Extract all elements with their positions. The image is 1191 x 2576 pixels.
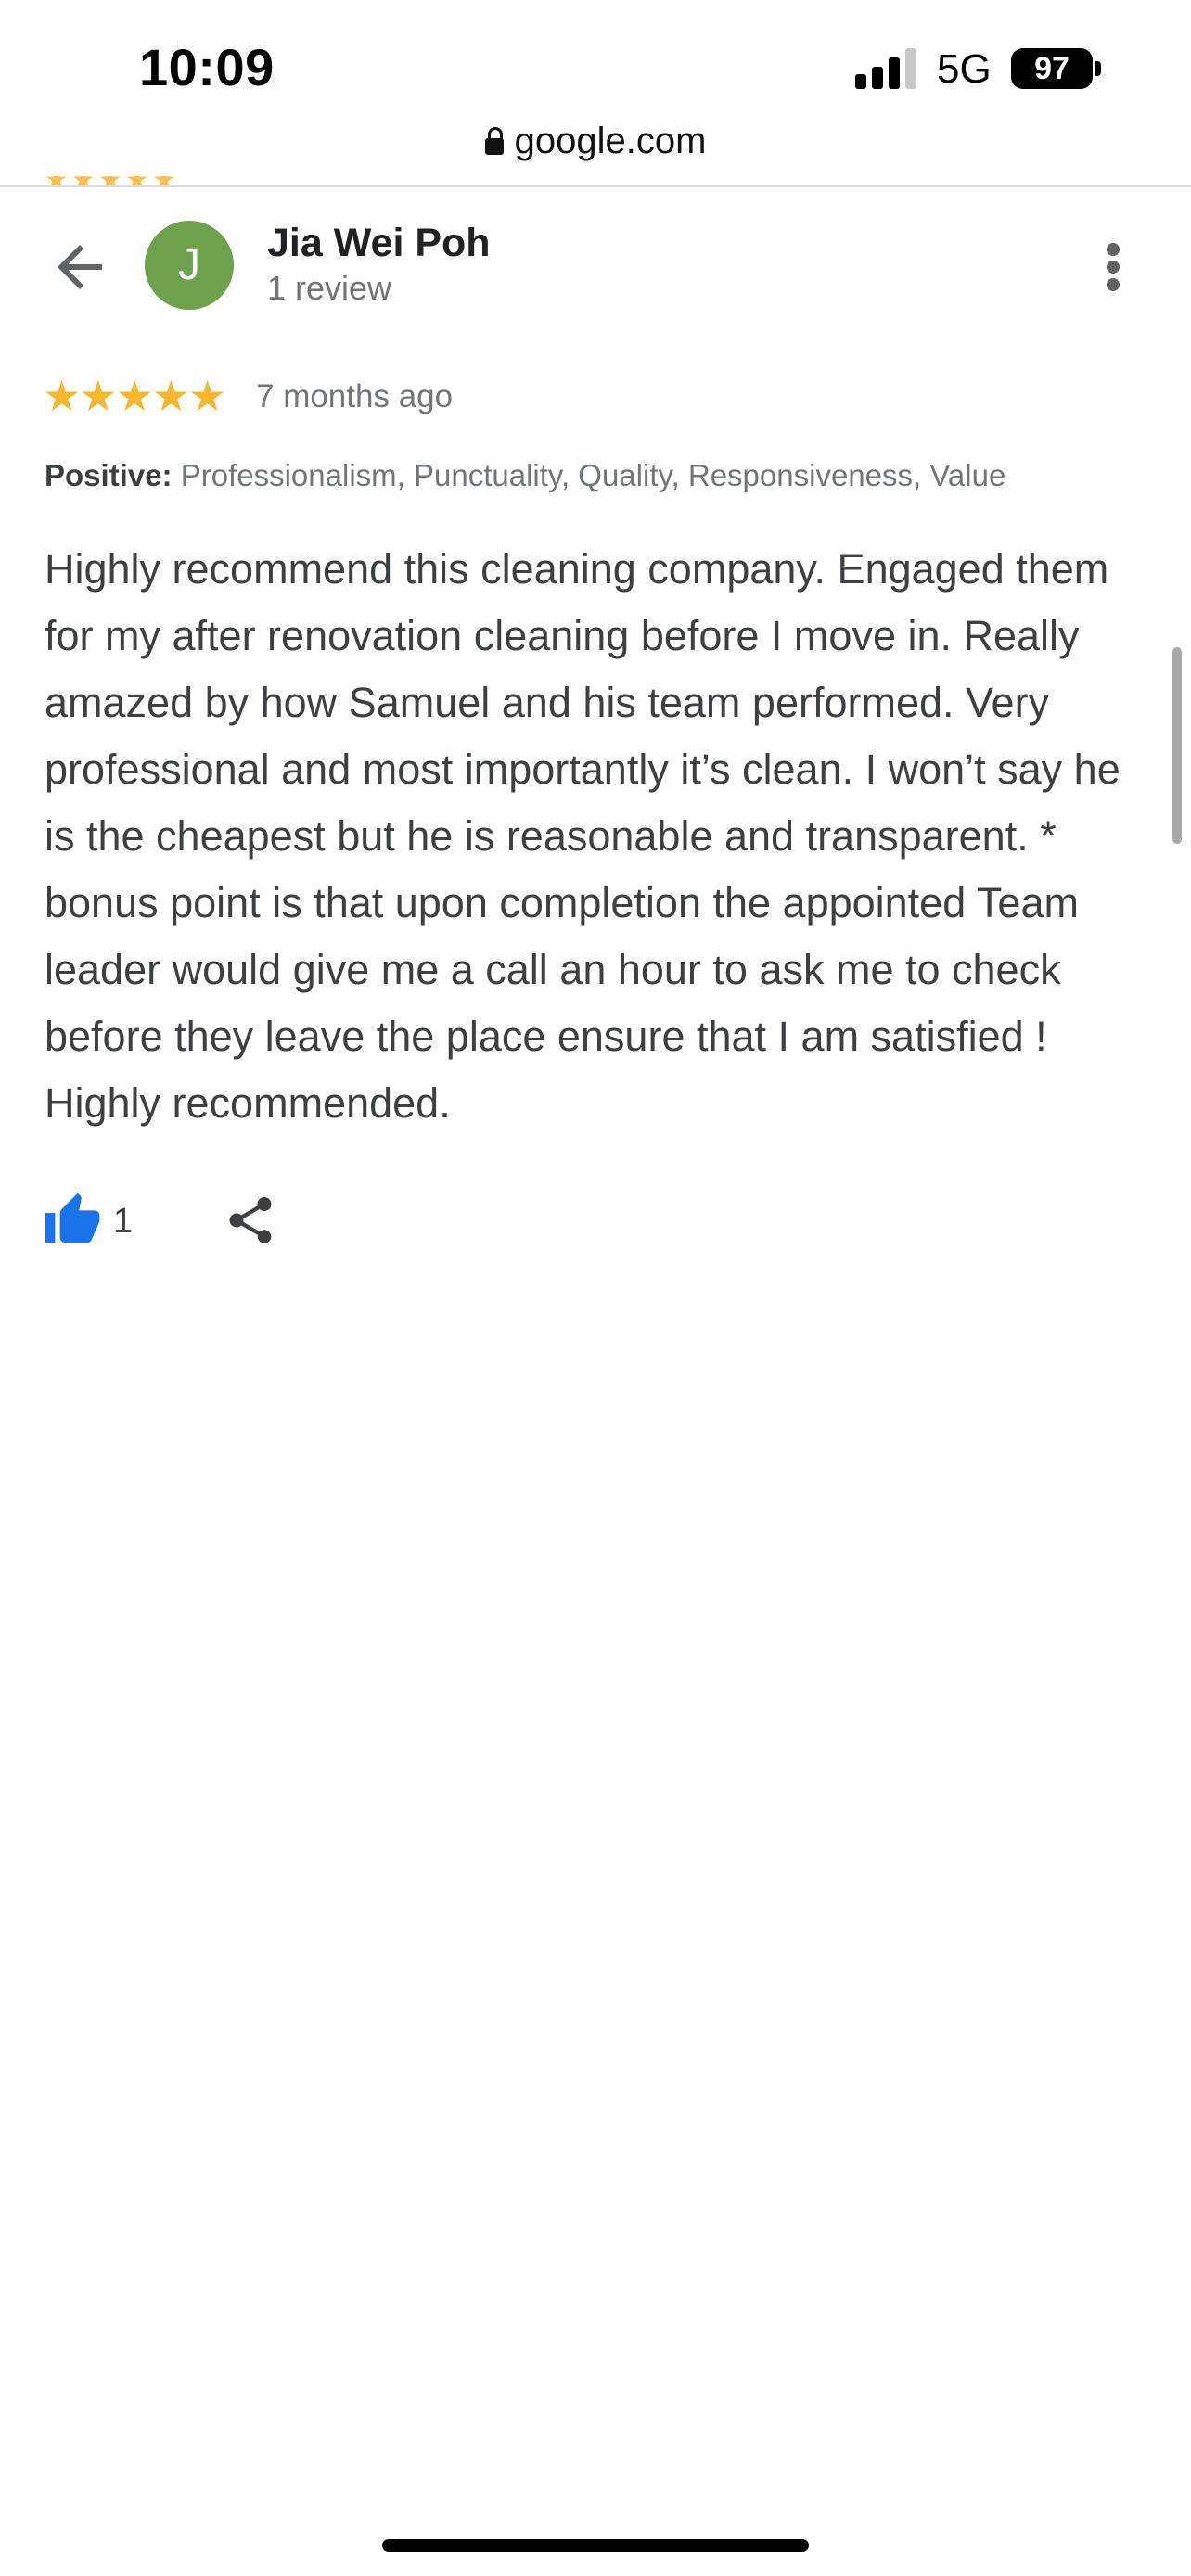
battery-tip-icon bbox=[1095, 61, 1101, 76]
thumbs-up-icon bbox=[45, 1192, 100, 1243]
scrollbar[interactable] bbox=[1172, 647, 1182, 844]
address-bar[interactable]: google.com bbox=[0, 121, 1191, 162]
more-options-button[interactable] bbox=[1093, 234, 1133, 300]
review-attributes: Positive: Professionalism, Punctuality, … bbox=[45, 458, 1158, 493]
review-time: 7 months ago bbox=[256, 378, 454, 414]
back-button[interactable] bbox=[46, 234, 113, 300]
reviewer-review-count: 1 review bbox=[267, 269, 392, 307]
signal-strength-icon bbox=[855, 46, 920, 89]
share-button[interactable] bbox=[223, 1192, 278, 1248]
star-rating: ★★★★★ bbox=[43, 372, 226, 420]
like-count: 1 bbox=[113, 1202, 134, 1241]
status-bar: 10:09 5G 97 bbox=[0, 0, 1191, 130]
avatar[interactable]: J bbox=[145, 221, 234, 310]
share-icon bbox=[229, 1197, 272, 1243]
arrow-back-icon bbox=[58, 245, 102, 289]
lock-icon bbox=[484, 127, 504, 155]
url-bar-divider bbox=[0, 185, 1191, 187]
reviewer-name[interactable]: Jia Wei Poh bbox=[267, 221, 491, 266]
review-text: Highly recommend this cleaning company. … bbox=[45, 545, 1121, 1127]
home-indicator[interactable] bbox=[382, 2539, 809, 2552]
battery-indicator: 97 bbox=[1011, 48, 1093, 89]
attributes-value: Professionalism, Punctuality, Quality, R… bbox=[180, 458, 1006, 492]
attributes-label: Positive: bbox=[45, 458, 173, 492]
network-type: 5G bbox=[937, 46, 992, 92]
status-time: 10:09 bbox=[139, 38, 275, 96]
url-text: google.com bbox=[514, 121, 707, 161]
